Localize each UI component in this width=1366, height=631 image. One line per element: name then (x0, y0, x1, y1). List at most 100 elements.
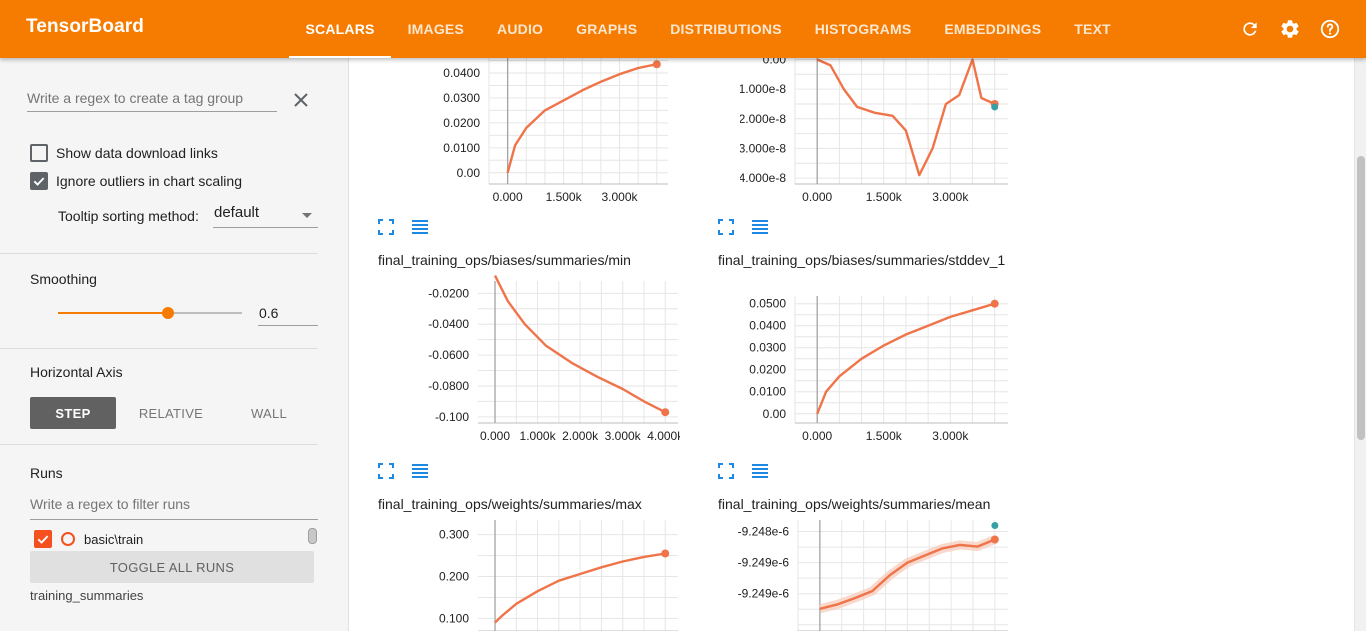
settings-section: Write a regex to create a tag group Show… (0, 58, 318, 254)
y-tick-label: 0.0300 (749, 341, 786, 355)
smoothing-value-input[interactable]: 0.6 (258, 302, 318, 326)
y-tick-label: -2.000e-8 (740, 112, 786, 126)
tag-group-input[interactable]: Write a regex to create a tag group (27, 88, 277, 112)
x-tick-label: 0.000 (802, 429, 832, 443)
checkmark-icon (30, 172, 48, 190)
tooltip-sorting-dropdown[interactable]: default (213, 204, 318, 228)
fullscreen-icon[interactable] (377, 218, 395, 236)
chart-plot[interactable]: 0.00 -1.000e-8 -2.000e-8 -3.000e-8 -4.000e-8… (740, 58, 1020, 208)
chart-plot[interactable]: 0.0500 0.0400 0.0300 0.0200 0.0100 0.00 0.000 1… (740, 290, 1020, 453)
x-tick-label: 0.000 (480, 429, 510, 443)
top-app-bar: TensorBoard SCALARS IMAGES AUDIO GRAPHS … (0, 0, 1366, 58)
smoothing-title: Smoothing (30, 271, 97, 287)
axis-wall-button[interactable]: WALL (226, 397, 312, 429)
checkbox-label: Show data download links (56, 145, 218, 161)
dropdown-caret-icon (302, 213, 312, 218)
x-tick-label: 0.000 (802, 190, 832, 204)
series-endpoint-secondary (991, 103, 999, 111)
checkbox-label: Ignore outliers in chart scaling (56, 173, 242, 189)
chart-title: final_training_ops/biases/summaries/min (378, 252, 631, 268)
tab-scalars[interactable]: SCALARS (289, 0, 392, 58)
chart-title: final_training_ops/weights/summaries/mea… (718, 496, 991, 512)
log-scale-icon[interactable] (411, 218, 429, 236)
scrollbar-thumb[interactable] (1357, 156, 1365, 440)
axis-relative-button[interactable]: RELATIVE (126, 397, 216, 429)
chart-title: final_training_ops/biases/summaries/stdd… (718, 252, 1006, 268)
fullscreen-icon[interactable] (717, 218, 735, 236)
series-endpoint (661, 408, 670, 417)
slider-knob[interactable] (162, 307, 174, 319)
run-group-label: training_summaries (30, 588, 144, 603)
x-tick-label: 1.500k (546, 190, 583, 204)
axis-step-button[interactable]: STEP (30, 397, 116, 429)
runs-title: Runs (30, 465, 63, 481)
chart-plot[interactable]: 0.300 0.200 0.100 (390, 520, 680, 631)
log-scale-icon[interactable] (411, 462, 429, 480)
y-tick-label: 0.0200 (749, 363, 786, 377)
charts-area: 0.0400 0.0300 0.0200 0.0100 0.00 0.000 1.500k 3… (350, 58, 1354, 631)
runs-filter-input[interactable]: Write a regex to filter runs (30, 496, 318, 520)
chart-plot[interactable]: -0.0200 -0.0400 -0.0600 -0.0800 -0.100 0.000 1… (390, 273, 680, 453)
y-tick-label: -1.000e-8 (740, 82, 786, 96)
show-download-links-checkbox[interactable]: Show data download links (30, 144, 218, 162)
series-endpoint (990, 535, 999, 544)
ignore-outliers-checkbox[interactable]: Ignore outliers in chart scaling (30, 172, 242, 190)
y-tick-label: 0.0400 (749, 319, 786, 333)
x-tick-label: 3.000k (932, 190, 969, 204)
settings-icon[interactable] (1278, 17, 1302, 41)
tab-text[interactable]: TEXT (1058, 0, 1128, 58)
tab-distributions[interactable]: DISTRIBUTIONS (654, 0, 799, 58)
run-item: basic\train (34, 530, 143, 548)
page-scrollbar[interactable] (1354, 58, 1366, 631)
tab-embeddings[interactable]: EMBEDDINGS (928, 0, 1058, 58)
slider-fill (58, 312, 168, 314)
refresh-icon[interactable] (1238, 17, 1262, 41)
x-tick-label: 1.500k (866, 190, 903, 204)
series-endpoint (652, 60, 661, 69)
tab-graphs[interactable]: GRAPHS (560, 0, 654, 58)
close-icon[interactable] (289, 88, 313, 112)
y-tick-label: -0.0800 (428, 379, 469, 393)
y-tick-label: 0.100 (439, 611, 469, 625)
tab-audio[interactable]: AUDIO (481, 0, 560, 58)
x-tick-label: 3.000k (932, 429, 969, 443)
checkbox-unchecked-icon (30, 144, 48, 162)
chart-title: final_training_ops/weights/summaries/max (378, 496, 642, 512)
tab-histograms[interactable]: HISTOGRAMS (798, 0, 928, 58)
smoothing-slider[interactable] (58, 307, 242, 319)
log-scale-icon[interactable] (751, 462, 769, 480)
help-icon[interactable] (1318, 17, 1342, 41)
chart-plot[interactable]: 0.0400 0.0300 0.0200 0.0100 0.00 0.000 1.500k 3… (410, 58, 680, 208)
chart-plot[interactable]: -9.248e-6 -9.249e-6 -9.249e-6 (730, 520, 1020, 631)
x-tick-label: 4.000k (647, 429, 680, 443)
fullscreen-icon[interactable] (377, 462, 395, 480)
runs-scrollbar[interactable] (308, 528, 317, 544)
series-endpoint (661, 549, 670, 558)
y-tick-label: 0.00 (763, 58, 787, 66)
y-tick-label: -0.0200 (428, 286, 469, 300)
y-tick-label: -9.248e-6 (738, 525, 790, 539)
dashboard-tabs: SCALARS IMAGES AUDIO GRAPHS DISTRIBUTION… (289, 0, 1127, 58)
fullscreen-icon[interactable] (717, 462, 735, 480)
series-endpoint (990, 299, 999, 308)
y-tick-label: -4.000e-8 (740, 171, 786, 185)
run-color-radio-icon[interactable] (61, 532, 75, 546)
y-tick-label: 0.0500 (749, 297, 786, 311)
y-tick-label: 0.00 (763, 407, 787, 421)
y-tick-label: -3.000e-8 (740, 141, 786, 155)
run-checkbox[interactable] (34, 530, 52, 548)
toggle-all-runs-button[interactable]: TOGGLE ALL RUNS (30, 551, 314, 583)
tooltip-sorting-value: default (214, 204, 260, 221)
x-tick-label: 1.000k (520, 429, 557, 443)
y-tick-label: -0.0600 (428, 348, 469, 362)
y-tick-label: 0.0100 (749, 385, 786, 399)
y-tick-label: 0.0200 (443, 116, 480, 130)
log-scale-icon[interactable] (751, 218, 769, 236)
x-tick-label: 3.000k (605, 429, 642, 443)
x-tick-label: 1.500k (866, 429, 903, 443)
tab-images[interactable]: IMAGES (391, 0, 480, 58)
x-tick-label: 3.000k (602, 190, 639, 204)
sidebar: Write a regex to create a tag group Show… (0, 58, 349, 631)
tooltip-sorting-label: Tooltip sorting method: (58, 208, 199, 224)
y-tick-label: 0.0300 (443, 91, 480, 105)
